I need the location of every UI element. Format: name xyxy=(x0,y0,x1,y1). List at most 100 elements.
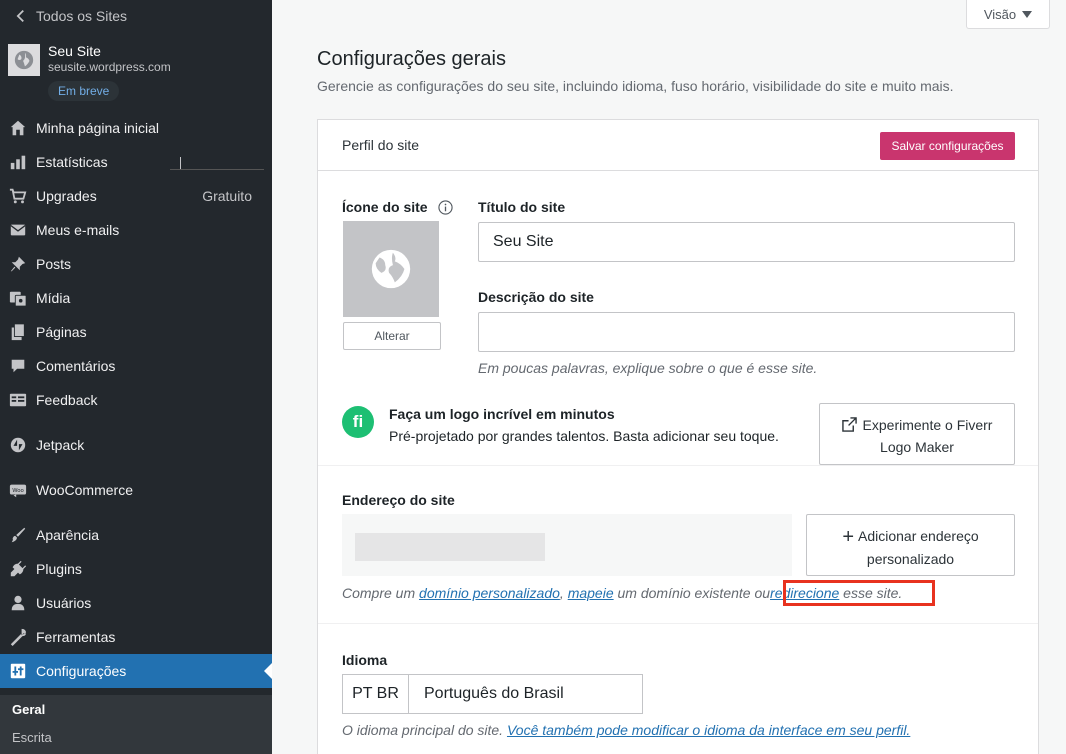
site-url: seusite.wordpress.com xyxy=(48,60,171,74)
sidebar-item-pages[interactable]: Páginas xyxy=(0,315,272,349)
profile-language-link[interactable]: Você também pode modificar o idioma da i… xyxy=(507,722,910,738)
sidebar: Todos os Sites Seu Site seusite.wordpres… xyxy=(0,0,272,754)
plus-icon: + xyxy=(842,526,855,548)
sidebar-item-label: Upgrades xyxy=(36,188,97,204)
add-custom-address-button[interactable]: + Adicionar endereço personalizado xyxy=(806,514,1015,576)
sidebar-item-comments[interactable]: Comentários xyxy=(0,349,272,383)
fiverr-button-line1: Experimente o Fiverr xyxy=(862,417,993,433)
pin-icon xyxy=(8,254,28,274)
jetpack-icon xyxy=(8,435,28,455)
stats-sparkline-marker xyxy=(180,157,181,169)
media-icon xyxy=(8,288,28,308)
settings-submenu: Geral Escrita xyxy=(0,695,272,754)
info-icon[interactable] xyxy=(438,200,453,215)
home-icon xyxy=(8,118,28,138)
fiverr-title: Faça um logo incrível em minutos xyxy=(389,406,615,422)
language-label: Idioma xyxy=(342,652,388,668)
save-settings-button[interactable]: Salvar configurações xyxy=(880,132,1015,160)
language-select[interactable]: Português do Brasil xyxy=(408,674,643,714)
page-subtitle: Gerencie as configurações do seu site, i… xyxy=(317,78,954,94)
sidebar-item-label: Páginas xyxy=(36,324,87,340)
view-dropdown[interactable]: Visão xyxy=(966,0,1050,29)
settings-icon xyxy=(8,661,28,681)
add-address-line2: personalizado xyxy=(866,551,955,567)
all-sites-label: Todos os Sites xyxy=(36,8,128,24)
sidebar-item-posts[interactable]: Posts xyxy=(0,247,272,281)
pages-icon xyxy=(8,322,28,342)
change-icon-button[interactable]: Alterar xyxy=(343,322,441,350)
buy-domain-link[interactable]: domínio personalizado xyxy=(419,585,560,601)
map-domain-link[interactable]: mapeie xyxy=(568,585,614,601)
sidebar-item-woocommerce[interactable]: Woo WooCommerce xyxy=(0,473,272,507)
card-heading: Perfil do site xyxy=(342,137,420,153)
feedback-icon xyxy=(8,390,28,410)
external-link-icon xyxy=(841,417,857,432)
fiverr-logo-maker-button[interactable]: Experimente o Fiverr Logo Maker xyxy=(819,403,1015,465)
card-header: Perfil do site Salvar configurações xyxy=(318,120,1038,171)
site-title-input[interactable]: Seu Site xyxy=(478,222,1015,262)
language-code[interactable]: PT BR xyxy=(342,674,408,714)
sidebar-item-tools[interactable]: Ferramentas xyxy=(0,620,272,654)
site-description-input[interactable] xyxy=(478,312,1015,352)
sidebar-item-stats[interactable]: Estatísticas xyxy=(0,145,272,179)
hint-text: , xyxy=(559,585,568,601)
highlight-box xyxy=(783,580,935,606)
sidebar-item-media[interactable]: Mídia xyxy=(0,281,272,315)
sidebar-item-settings[interactable]: Configurações xyxy=(0,654,272,688)
view-label: Visão xyxy=(983,6,1017,22)
sidebar-item-label: Usuários xyxy=(36,595,92,611)
sidebar-item-upgrades[interactable]: Upgrades Gratuito xyxy=(0,179,272,213)
sidebar-item-label: Mídia xyxy=(36,290,71,306)
language-hint: O idioma principal do site. Você também … xyxy=(342,722,910,738)
sidebar-item-label: Plugins xyxy=(36,561,82,577)
user-icon xyxy=(8,593,28,613)
submenu-item-writing[interactable]: Escrita xyxy=(0,723,272,751)
brush-icon xyxy=(8,525,28,545)
sidebar-item-label: Feedback xyxy=(36,392,98,408)
sidebar-item-appearance[interactable]: Aparência xyxy=(0,518,272,552)
sidebar-item-label: Estatísticas xyxy=(36,154,108,170)
stats-icon xyxy=(8,152,28,172)
sidebar-item-jetpack[interactable]: Jetpack xyxy=(0,428,272,462)
divider xyxy=(318,623,1038,624)
fiverr-description: Pré-projetado por grandes talentos. Bast… xyxy=(389,428,779,444)
site-address-field xyxy=(342,514,792,576)
sidebar-item-label: Jetpack xyxy=(36,437,85,453)
hint-text: O idioma principal do site. xyxy=(342,722,507,738)
site-icon-preview xyxy=(343,221,439,317)
sidebar-item-users[interactable]: Usuários xyxy=(0,586,272,620)
sidebar-item-label: Meus e-mails xyxy=(36,222,120,238)
site-icon-label: Ícone do site xyxy=(342,199,428,215)
all-sites-link[interactable]: Todos os Sites xyxy=(0,0,272,32)
sidebar-item-label: Posts xyxy=(36,256,72,272)
sidebar-item-label: Configurações xyxy=(36,663,127,679)
site-name: Seu Site xyxy=(48,43,101,59)
site-profile-card: Perfil do site Salvar configurações Ícon… xyxy=(317,119,1039,754)
submenu-item-general[interactable]: Geral xyxy=(0,695,272,723)
address-value-redacted xyxy=(355,533,545,561)
hint-text: Compre um xyxy=(342,585,420,601)
fiverr-logo-icon: fi xyxy=(342,406,374,438)
sidebar-item-plugins[interactable]: Plugins xyxy=(0,552,272,586)
sidebar-item-feedback[interactable]: Feedback xyxy=(0,383,272,417)
cart-icon xyxy=(8,186,28,206)
fiverr-button-line2: Logo Maker xyxy=(880,439,954,455)
divider xyxy=(318,465,1038,466)
sidebar-item-label: Ferramentas xyxy=(36,629,116,645)
page-title: Configurações gerais xyxy=(317,48,506,70)
sidebar-item-label: Comentários xyxy=(36,358,116,374)
woo-icon: Woo xyxy=(8,480,28,500)
plan-label: Gratuito xyxy=(202,188,252,204)
sidebar-item-label: Minha página inicial xyxy=(36,120,159,136)
sidebar-menu: Minha página inicial Estatísticas Upgrad… xyxy=(0,111,272,688)
status-badge: Em breve xyxy=(48,81,120,101)
description-hint: Em poucas palavras, explique sobre o que… xyxy=(478,360,818,376)
globe-icon xyxy=(8,44,40,76)
chevron-left-icon xyxy=(16,9,24,23)
sidebar-item-emails[interactable]: Meus e-mails xyxy=(0,213,272,247)
wrench-icon xyxy=(8,627,28,647)
add-address-line1: Adicionar endereço xyxy=(858,528,979,544)
site-card[interactable]: Seu Site seusite.wordpress.com Em breve xyxy=(8,40,272,102)
site-address-label: Endereço do site xyxy=(342,492,455,508)
sidebar-item-home[interactable]: Minha página inicial xyxy=(0,111,272,145)
